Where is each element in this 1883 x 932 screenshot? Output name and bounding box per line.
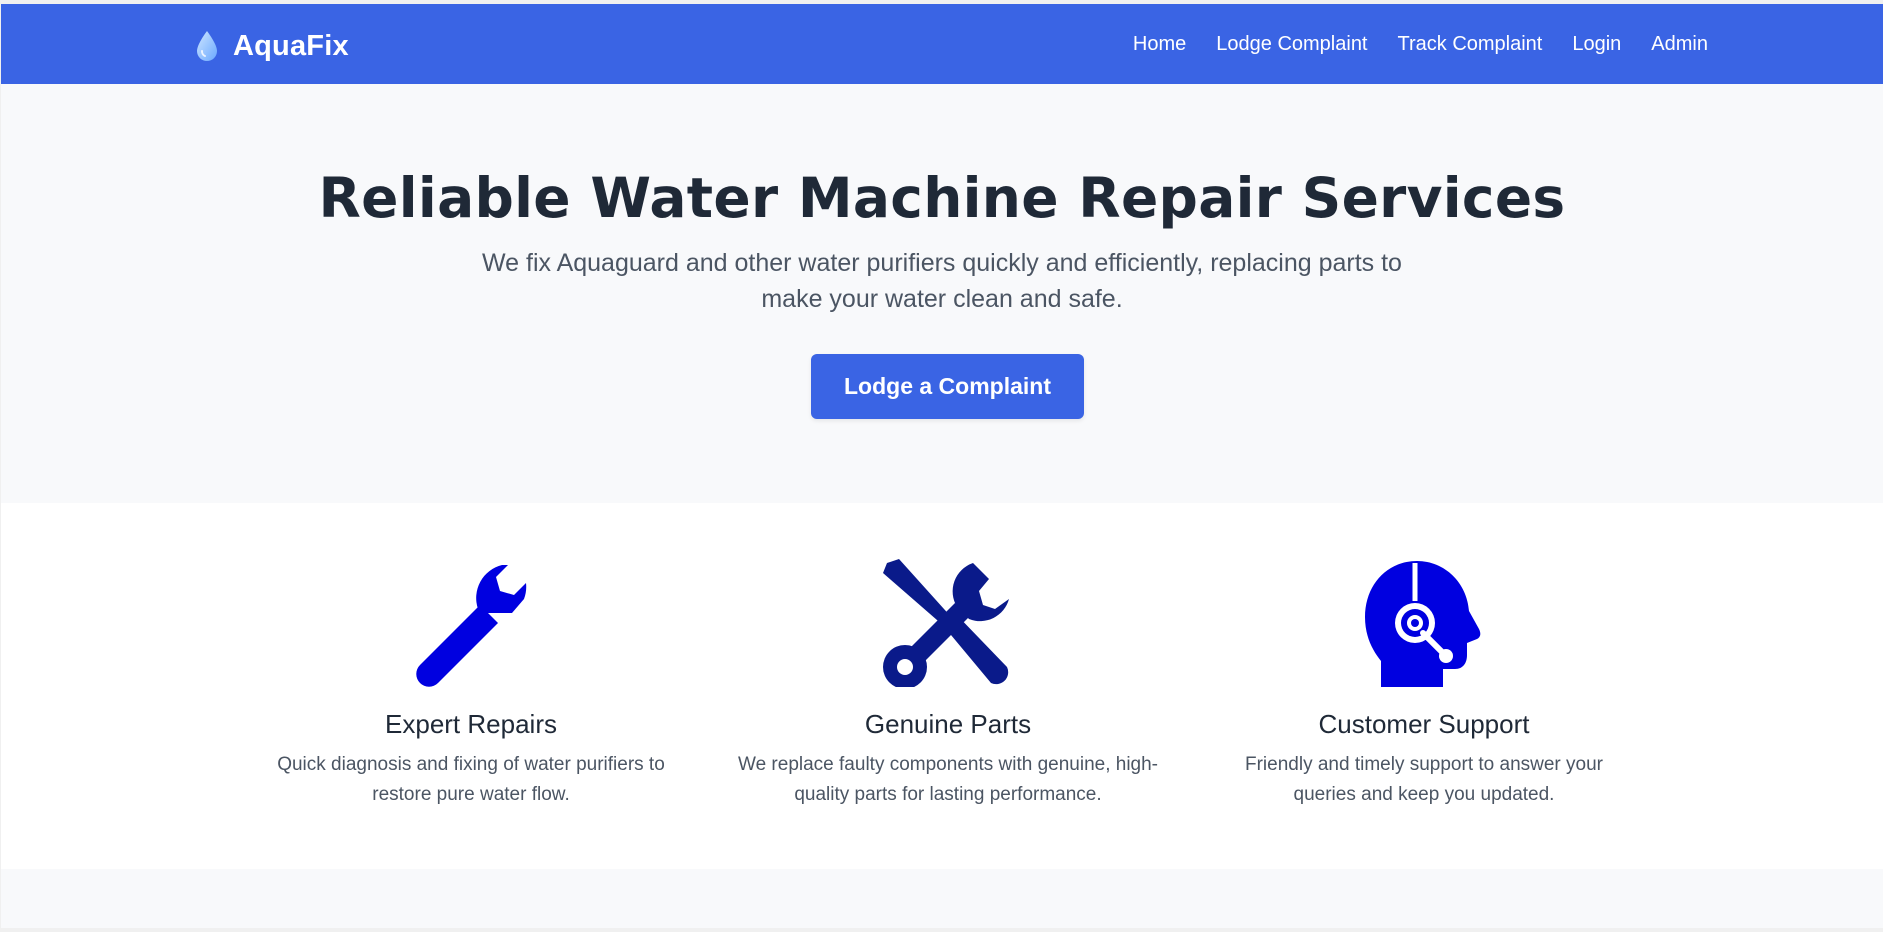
tools-icon [883, 559, 1009, 687]
hero-title: Reliable Water Machine Repair Services [318, 166, 1566, 230]
nav-home[interactable]: Home [1133, 33, 1186, 56]
feature-description: Friendly and timely support to answer yo… [1245, 754, 1603, 805]
feature-title: Expert Repairs [385, 709, 557, 739]
footer-band [1, 869, 1883, 928]
feature-description: Quick diagnosis and fixing of water puri… [277, 754, 665, 805]
hero-section: Reliable Water Machine Repair Services W… [1, 84, 1883, 503]
water-drop-icon [197, 31, 217, 61]
feature-description: We replace faulty components with genuin… [738, 754, 1159, 805]
page: AquaFix Home Lodge Complaint Track Compl… [1, 4, 1883, 928]
nav-links: Home Lodge Complaint Track Complaint Log… [1133, 4, 1708, 84]
nav-lodge-complaint[interactable]: Lodge Complaint [1216, 33, 1367, 56]
nav-login[interactable]: Login [1572, 33, 1621, 56]
nav-admin[interactable]: Admin [1651, 33, 1708, 56]
brand-link[interactable]: AquaFix [195, 26, 349, 66]
customer-support-icon [1365, 561, 1481, 687]
brand-name: AquaFix [233, 29, 349, 62]
feature-title: Customer Support [1318, 709, 1530, 739]
feature-title: Genuine Parts [864, 709, 1032, 739]
wrench-icon [416, 565, 527, 687]
lodge-complaint-button[interactable]: Lodge a Complaint [811, 354, 1084, 419]
nav-track-complaint[interactable]: Track Complaint [1398, 33, 1543, 56]
hero-subtitle: We fix Aquaguard and other water purifie… [482, 249, 1402, 313]
features-section: Expert Repairs Quick diagnosis and fixin… [1, 503, 1883, 869]
navbar: AquaFix Home Lodge Complaint Track Compl… [1, 4, 1883, 84]
